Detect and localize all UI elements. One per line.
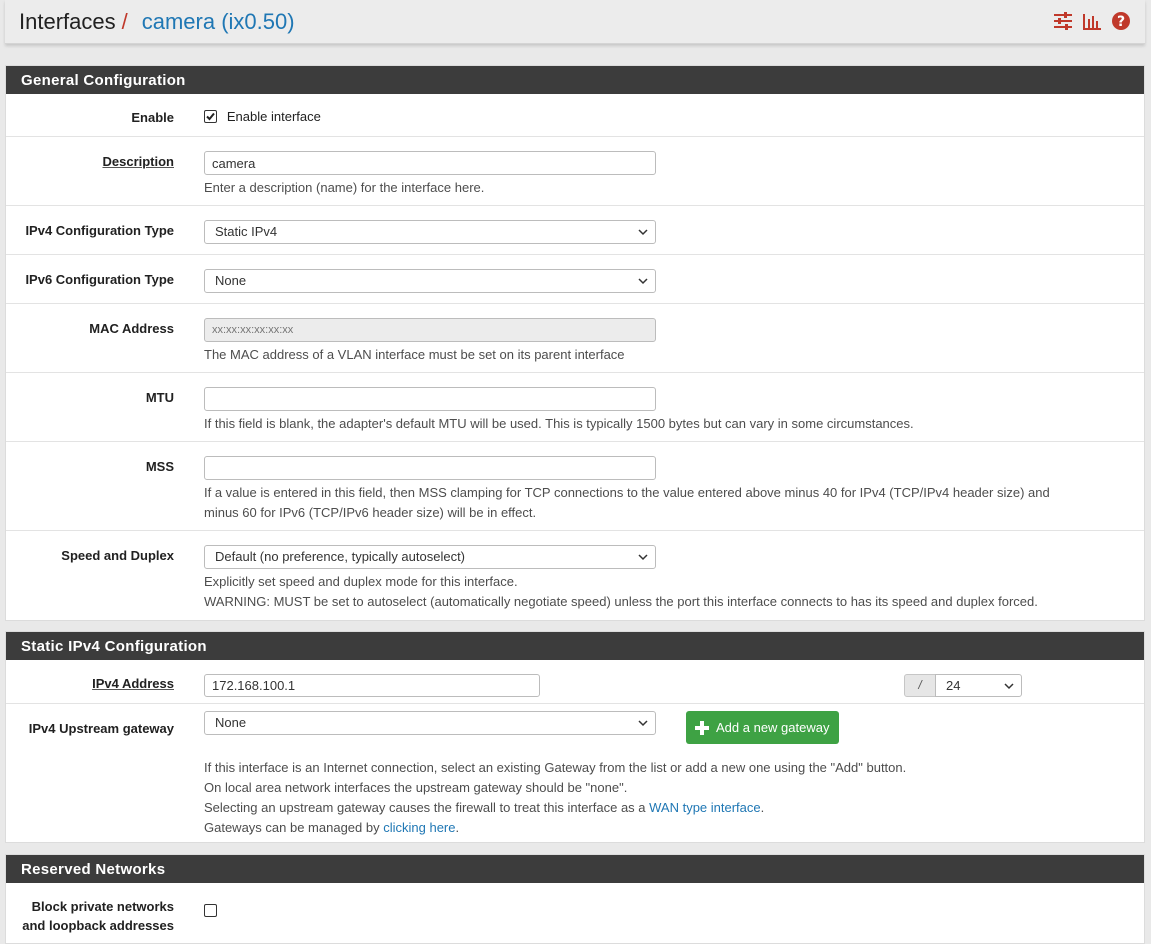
breadcrumb-root[interactable]: Interfaces — [19, 9, 116, 35]
mss-help-line1: If a value is entered in this field, the… — [204, 485, 1050, 500]
add-gateway-label: Add a new gateway — [716, 720, 830, 735]
row-enable: Enable Enable interface — [6, 94, 1144, 137]
mss-input[interactable] — [204, 456, 656, 480]
mac-label: MAC Address — [89, 321, 174, 336]
panel-title: Static IPv4 Configuration — [6, 632, 1144, 660]
plus-icon — [695, 720, 709, 735]
bar-chart-icon[interactable] — [1082, 11, 1102, 31]
mss-help-line2: minus 60 for IPv6 (TCP/IPv6 header size)… — [204, 505, 537, 520]
ipv4-type-value: Static IPv4 — [215, 224, 278, 239]
add-gateway-button[interactable]: Add a new gateway — [686, 711, 839, 744]
ipv4-type-label: IPv4 Configuration Type — [25, 223, 174, 238]
row-description: Description Enter a description (name) f… — [6, 137, 1144, 206]
gateway-help-line4-end: . — [455, 820, 460, 835]
enable-checkbox-label[interactable]: Enable interface — [227, 109, 321, 124]
mac-help: The MAC address of a VLAN interface must… — [204, 347, 625, 362]
row-ipv4-type: IPv4 Configuration Type Static IPv4 — [6, 206, 1144, 255]
gateway-help-line3-text: Selecting an upstream gateway causes the… — [204, 800, 650, 815]
reserved-networks-panel: Reserved Networks Block private networks… — [5, 854, 1145, 944]
mtu-help: If this field is blank, the adapter's de… — [204, 416, 914, 431]
speed-duplex-select[interactable]: Default (no preference, typically autose… — [204, 545, 656, 569]
row-speed-duplex: Speed and Duplex Default (no preference,… — [6, 531, 1144, 620]
panel-title: Reserved Networks — [6, 855, 1144, 883]
gateway-help-line4: Gateways can be managed by clicking here… — [204, 818, 906, 838]
chevron-down-icon — [638, 278, 648, 285]
chevron-down-icon — [1004, 683, 1014, 690]
speed-duplex-label: Speed and Duplex — [61, 548, 174, 563]
enable-label: Enable — [131, 110, 174, 125]
block-private-label: Block private networks and loopback addr… — [6, 897, 174, 935]
chevron-down-icon — [638, 554, 648, 561]
speed-duplex-help-line1: Explicitly set speed and duplex mode for… — [204, 574, 518, 589]
static-ipv4-panel: Static IPv4 Configuration IPv4 Address /… — [5, 631, 1145, 843]
breadcrumb-separator: / — [121, 8, 128, 34]
panel-title: General Configuration — [6, 66, 1144, 94]
mss-label: MSS — [145, 459, 174, 474]
block-private-checkbox[interactable] — [204, 903, 217, 917]
row-ipv6-type: IPv6 Configuration Type None — [6, 255, 1144, 304]
mtu-input[interactable] — [204, 387, 656, 411]
description-input[interactable] — [204, 151, 656, 175]
ipv4-type-select[interactable]: Static IPv4 — [204, 220, 656, 244]
mac-input — [204, 318, 656, 342]
description-label: Description — [102, 154, 174, 169]
subnet-mask-select[interactable]: 24 — [935, 674, 1022, 697]
row-mss: MSS If a value is entered in this field,… — [6, 442, 1144, 531]
row-ipv4-address: IPv4 Address / 24 — [6, 660, 1144, 704]
ipv4-gateway-label: IPv4 Upstream gateway — [28, 721, 174, 736]
gateway-help-line3: Selecting an upstream gateway causes the… — [204, 798, 906, 818]
speed-duplex-value: Default (no preference, typically autose… — [215, 549, 466, 564]
ipv6-type-label: IPv6 Configuration Type — [25, 272, 174, 287]
speed-duplex-help-line2: WARNING: MUST be set to autoselect (auto… — [204, 594, 1038, 609]
ipv4-gateway-value: None — [215, 715, 247, 730]
subnet-mask-value: 24 — [946, 678, 961, 693]
row-ipv4-gateway: IPv4 Upstream gateway None Add a new gat… — [6, 704, 1144, 842]
ipv4-address-input[interactable] — [204, 674, 540, 697]
block-private-label-line2: and loopback addresses — [22, 918, 174, 933]
gateway-help-line3-end: . — [760, 800, 765, 815]
description-help: Enter a description (name) for the inter… — [204, 180, 485, 195]
subnet-slash: / — [904, 674, 936, 697]
help-icon[interactable]: ? — [1111, 11, 1131, 31]
svg-text:?: ? — [1117, 14, 1125, 30]
enable-checkbox[interactable] — [204, 109, 217, 123]
gateway-help-line2: On local area network interfaces the ups… — [204, 780, 628, 795]
block-private-label-line1: Block private networks — [31, 899, 174, 914]
gateway-help-line4-text: Gateways can be managed by — [204, 820, 384, 835]
mtu-label: MTU — [145, 390, 174, 405]
header-icons: ? — [1053, 11, 1131, 31]
ipv4-address-label: IPv4 Address — [92, 676, 174, 691]
page-header: Interfaces / camera (ix0.50) ? — [5, 0, 1145, 44]
chevron-down-icon — [638, 720, 648, 727]
wan-type-interface-link[interactable]: WAN type interface — [649, 800, 761, 815]
ipv6-type-select[interactable]: None — [204, 269, 656, 293]
row-mac: MAC Address The MAC address of a VLAN in… — [6, 304, 1144, 373]
clicking-here-link[interactable]: clicking here — [383, 820, 455, 835]
row-block-private: Block private networks and loopback addr… — [6, 883, 1144, 943]
row-mtu: MTU If this field is blank, the adapter'… — [6, 373, 1144, 442]
general-configuration-panel: General Configuration Enable Enable inte… — [5, 65, 1145, 621]
chevron-down-icon — [638, 229, 648, 236]
gateway-help-line1: If this interface is an Internet connect… — [204, 760, 907, 775]
sliders-icon[interactable] — [1053, 11, 1073, 31]
ipv4-gateway-select[interactable]: None — [204, 711, 656, 735]
ipv6-type-value: None — [215, 273, 247, 288]
breadcrumb-current[interactable]: camera (ix0.50) — [142, 9, 295, 35]
